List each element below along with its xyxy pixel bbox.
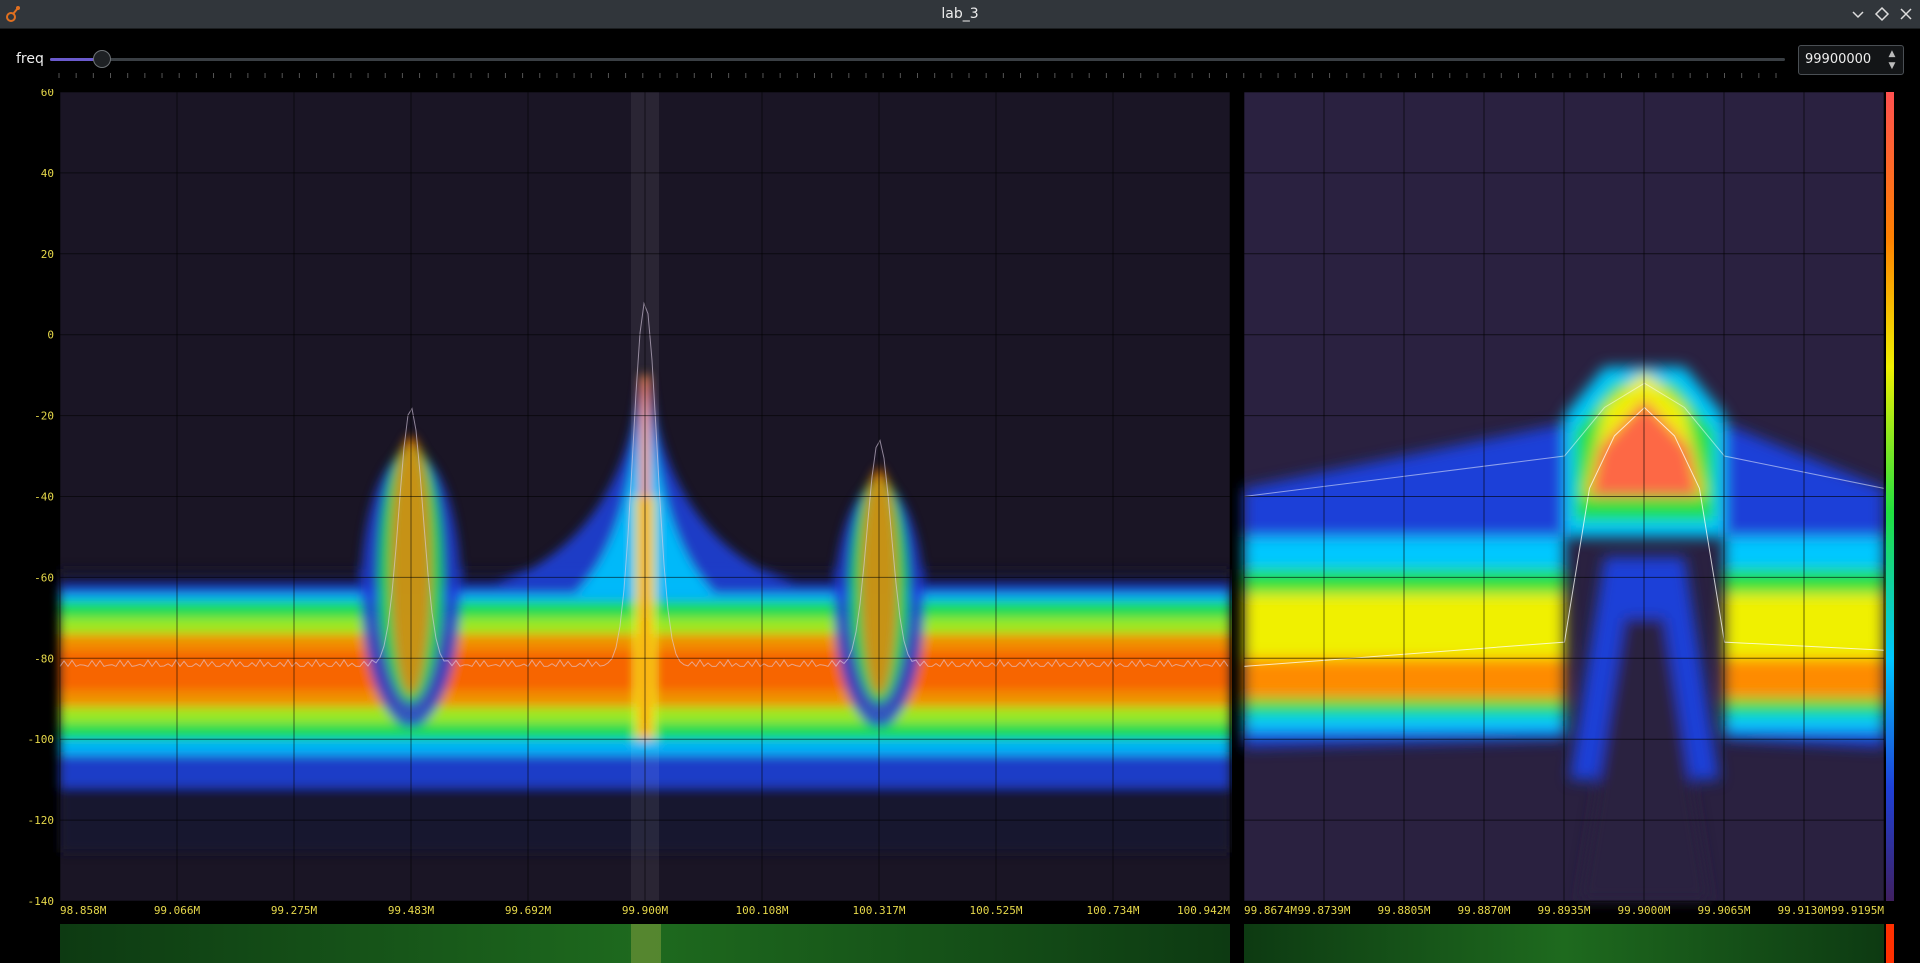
spin-up-icon[interactable]: ▲ [1885,48,1899,60]
close-button[interactable] [1896,4,1916,24]
x-tick-label: 100.317M [853,904,906,917]
diamond-icon [1874,6,1890,22]
y-tick-label: -120 [28,814,55,827]
x-tick-label: 100.525M [970,904,1023,917]
y-tick-label: -80 [34,652,54,665]
x-tick-label: 98.858M [60,904,107,917]
zoom-colorbar [1886,92,1894,901]
x-tick-label: 99.8739M [1298,904,1351,917]
wide-spectrum-plot[interactable]: 6040200-20-40-60-80-100-120-140 98.858M 9… [0,89,1232,963]
y-tick-label: 20 [41,248,54,261]
x-tick-label: 99.8805M [1378,904,1431,917]
chevron-down-icon [1852,11,1864,19]
wide-waterfall-peak [631,924,661,963]
y-tick-label: 60 [41,89,54,99]
x-tick-label: 99.900M [622,904,669,917]
title-bar: lab_3 [0,0,1920,29]
freq-spinbox[interactable]: 99900000 ▲ ▼ [1798,45,1904,75]
y-tick-label: -100 [28,733,55,746]
zoom-waterfall [1244,924,1884,963]
y-tick-label: 40 [41,167,54,180]
y-tick-label: -40 [34,491,54,504]
y-tick-label: -140 [28,895,55,908]
zoom-waterfall-colorbar [1886,924,1894,963]
x-tick-label: 99.483M [388,904,435,917]
x-tick-label: 100.942M [1177,904,1230,917]
x-tick-label: 99.8674M [1244,904,1297,917]
freq-label: freq [16,51,44,67]
x-tick-label: 99.8870M [1458,904,1511,917]
x-tick-label: 100.734M [1087,904,1140,917]
slider-handle[interactable] [92,50,111,68]
x-tick-label: 99.9065M [1698,904,1751,917]
wide-y-axis: 60 40 20 0 -20 -40 -60 -80 -100 -120 -140 [28,89,55,908]
close-icon [1900,8,1912,20]
spin-arrows[interactable]: ▲ ▼ [1885,48,1899,72]
x-tick-label: 99.9130M [1778,904,1831,917]
zoom-spectrum-plot[interactable]: 99.8674M 99.8739M 99.8805M 99.8870M 99.8935M… [1232,89,1920,963]
x-tick-label: 99.275M [271,904,318,917]
freq-slider[interactable] [50,50,1785,68]
freq-value[interactable]: 99900000 [1805,52,1871,67]
x-tick-label: 99.8935M [1538,904,1591,917]
x-tick-label: 99.9000M [1618,904,1671,917]
spin-down-icon[interactable]: ▼ [1885,60,1899,72]
y-tick-label: 0 [47,329,54,342]
x-tick-label: 99.692M [505,904,552,917]
toolbar: freq 99900000 ▲ ▼ [0,29,1920,89]
slider-groove [50,58,1785,61]
x-tick-label: 99.9195M [1831,904,1884,917]
zoom-x-axis: 99.8674M 99.8739M 99.8805M 99.8870M 99.8935M… [1244,904,1884,917]
slider-ticks [58,73,1777,78]
y-tick-label: -60 [34,571,54,584]
x-tick-label: 99.066M [154,904,201,917]
y-tick-label: -20 [34,410,54,423]
x-tick-label: 100.108M [736,904,789,917]
wide-x-axis: 98.858M 99.066M 99.275M 99.483M 99.692M 99.90… [60,904,1230,917]
minimize-button[interactable] [1848,4,1868,24]
window-title: lab_3 [941,6,979,22]
maximize-button[interactable] [1872,4,1892,24]
